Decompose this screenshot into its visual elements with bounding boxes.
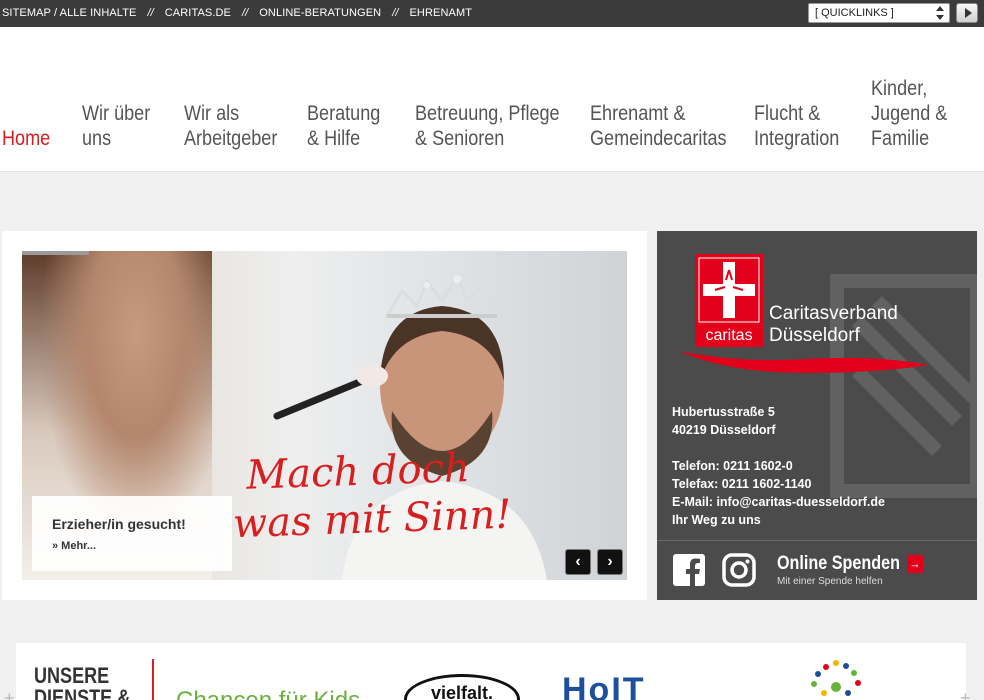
nav-item-label: Gemeindecaritas [590, 127, 727, 150]
tiara-icon [384, 272, 500, 318]
slide-image[interactable]: Mach doch was mit Sinn! Erzieher/in gesu… [22, 251, 627, 580]
divider [657, 540, 977, 541]
organisation-name: Caritasverband Düsseldorf [769, 303, 898, 347]
dienste-line-2: DIENSTE & [34, 685, 131, 700]
nav-item-label: Beratung [307, 102, 381, 125]
address-block: Hubertusstraße 5 40219 Düsseldorf Telefo… [672, 403, 885, 529]
nav-item-flucht[interactable]: Flucht & Integration [754, 101, 839, 151]
address-street: Hubertusstraße 5 [672, 405, 775, 419]
facebook-icon[interactable] [672, 553, 706, 587]
caption-more-link[interactable]: » Mehr... [52, 540, 212, 552]
nav-item-label: uns [82, 127, 112, 150]
contact-panel: caritas Caritasverband Düsseldorf Hubert… [657, 231, 977, 600]
nav-item-label: Familie [871, 127, 930, 150]
ehrenamt-link[interactable]: EHRENAMT [410, 7, 473, 19]
nav-item-label: Wir über [82, 102, 151, 125]
quicklinks-go-button[interactable] [956, 3, 978, 23]
nav-item-label: Integration [754, 127, 840, 150]
quicklinks-select[interactable]: [ QUICKLINKS ] [808, 3, 950, 23]
nav-item-label: & Senioren [415, 127, 505, 150]
expand-right-icon[interactable]: + [960, 688, 971, 700]
slider-card: Mach doch was mit Sinn! Erzieher/in gesu… [2, 231, 647, 600]
phone[interactable]: Telefon: 0211 1602-0 [672, 457, 885, 475]
logo-text: caritas [705, 327, 752, 344]
route-link[interactable]: Ihr Weg zu uns [672, 511, 885, 529]
nav-item-label: Betreuung, Pflege [415, 102, 560, 125]
nav-item-home[interactable]: Home [2, 126, 50, 151]
vielfalt-logo[interactable]: vielfalt. [404, 674, 520, 700]
nav-item-label: Arbeitgeber [184, 127, 278, 150]
nav-item-label: Ehrenamt & [590, 102, 686, 125]
dienste-line-1: UNSERE [34, 663, 110, 688]
colorful-dots-logo[interactable] [796, 657, 876, 700]
nav-item-ehrenamt[interactable]: Ehrenamt & Gemeindecaritas [590, 101, 727, 151]
nav-item-beratung[interactable]: Beratung & Hilfe [307, 101, 380, 151]
online-spenden-button[interactable]: Online Spenden → Mit einer Spende helfen [777, 553, 949, 587]
slogan-line-1: Mach doch [245, 444, 471, 499]
slide-slogan: Mach doch was mit Sinn! [232, 440, 578, 547]
top-bar: SITEMAP / ALLE INHALTE // CARITAS.DE // … [0, 0, 984, 27]
spenden-title-row: Online Spenden → [777, 553, 924, 575]
nav-item-label: Wir als [184, 102, 240, 125]
nav-item-betreuung[interactable]: Betreuung, Pflege & Senioren [415, 101, 560, 151]
org-line-1: Caritasverband [769, 303, 898, 324]
nav-item-kinder[interactable]: Kinder, Jugend & Familie [871, 76, 947, 151]
chancen-fuer-kids-logo[interactable]: Chancen für Kids [176, 687, 360, 700]
nav-item-label: Flucht & [754, 102, 821, 125]
main-navigation: Home Wir über uns Wir als Arbeitgeber Be… [0, 27, 984, 172]
address-spacer [672, 439, 885, 457]
slide-progress-bar [22, 251, 89, 255]
spenden-title: Online Spenden [777, 553, 900, 574]
nav-item-arbeitgeber[interactable]: Wir als Arbeitgeber [184, 101, 277, 151]
nav-item-label: & Hilfe [307, 127, 361, 150]
panel-notch [657, 401, 659, 429]
separator: // [241, 7, 249, 19]
red-swoosh-icon [679, 351, 929, 373]
address-city: 40219 Düsseldorf [672, 423, 776, 437]
caritas-logo-icon[interactable]: caritas [695, 254, 763, 347]
slide-caption[interactable]: Erzieher/in gesucht! » Mehr... [32, 496, 232, 571]
nav-item-label: Kinder, [871, 77, 928, 100]
top-links: SITEMAP / ALLE INHALTE // CARITAS.DE // … [2, 7, 472, 19]
email-link[interactable]: E-Mail: info@caritas-duesseldorf.de [672, 493, 885, 511]
expand-left-icon[interactable]: + [4, 688, 15, 700]
separator: // [392, 7, 399, 19]
hoit-logo[interactable]: HoIT [562, 671, 646, 700]
nav-item-label: Home [2, 127, 51, 150]
online-beratungen-link[interactable]: ONLINE-BERATUNGEN [259, 7, 381, 19]
divider [152, 659, 154, 700]
caritas-de-link[interactable]: CARITAS.DE [165, 7, 231, 19]
social-links [672, 553, 756, 587]
select-arrows-icon [935, 6, 945, 20]
slider-prev-button[interactable]: ‹ [565, 549, 591, 575]
sitemap-link[interactable]: SITEMAP / ALLE INHALTE [2, 7, 136, 19]
unsere-dienste-heading: UNSERE DIENSTE & [34, 665, 130, 700]
instagram-icon[interactable] [722, 553, 756, 587]
slider-next-button[interactable]: › [597, 549, 623, 575]
spenden-subtitle: Mit einer Spende helfen [777, 576, 883, 587]
arrow-right-icon: → [906, 554, 924, 573]
quicklinks-value: [ QUICKLINKS ] [815, 7, 894, 19]
separator: // [147, 7, 154, 19]
fax: Telefax: 0211 1602-1140 [672, 477, 812, 491]
caption-title: Erzieher/in gesucht! [52, 516, 186, 532]
nav-item-wir-ueber-uns[interactable]: Wir über uns [82, 101, 150, 151]
services-strip: UNSERE DIENSTE & Chancen für Kids vielfa… [16, 643, 966, 700]
makeup-brush-icon [273, 365, 388, 420]
nav-item-label: Jugend & [871, 102, 948, 125]
